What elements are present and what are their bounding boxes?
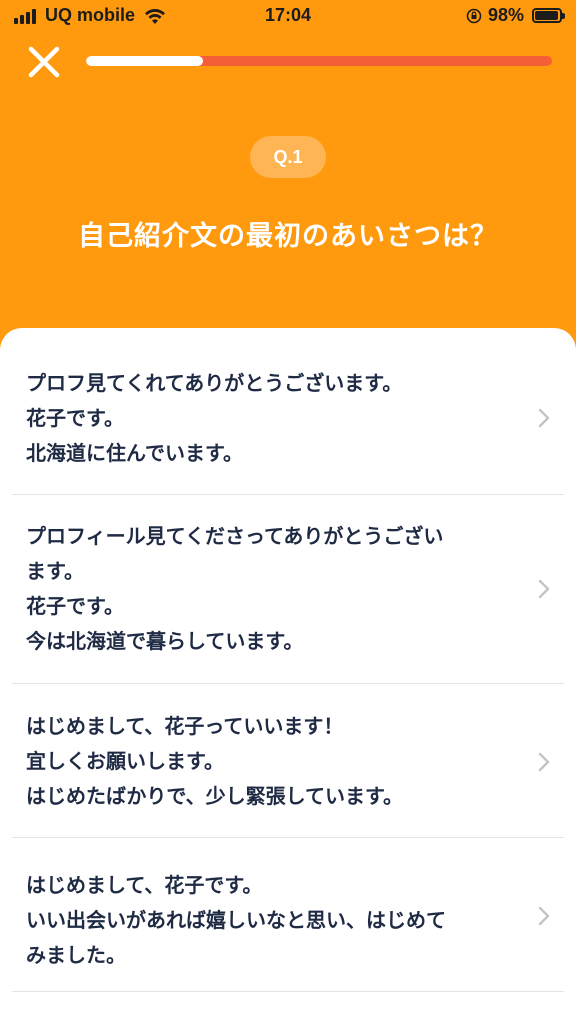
- chevron-right-icon: [538, 906, 550, 926]
- status-bar: UQ mobile 17:04 98%: [0, 0, 576, 34]
- answer-option-text: はじめまして、花子です。 いい出会いがあれば嬉しいなと思い、はじめて みました。: [26, 873, 446, 967]
- answer-option-text: プロフ見てくれてありがとうございます。 花子です。 北海道に住んでいます。: [26, 371, 403, 465]
- chevron-right-icon: [538, 579, 550, 599]
- chevron-right-icon: [538, 752, 550, 772]
- answer-option-3[interactable]: はじめまして、花子っていいます！ 宜しくお願いします。 はじめたばかりで、少し緊…: [12, 684, 564, 838]
- close-icon[interactable]: [26, 44, 62, 80]
- progress-bar: [86, 56, 552, 66]
- battery-percent: 98%: [487, 5, 524, 25]
- question-number-badge: Q.1: [250, 136, 326, 178]
- status-right: 98%: [466, 5, 565, 26]
- answer-option-text: はじめまして、花子っていいます！ 宜しくお願いします。 はじめたばかりで、少し緊…: [26, 714, 403, 808]
- answer-option-text: プロフィール見てくださってありがとうござい ます。 花子です。 今は北海道で暮ら…: [26, 524, 444, 653]
- battery-icon: [532, 8, 565, 23]
- answer-option-1[interactable]: プロフ見てくれてありがとうございます。 花子です。 北海道に住んでいます。: [12, 328, 564, 495]
- answer-card: プロフ見てくれてありがとうございます。 花子です。 北海道に住んでいます。 プロ…: [0, 328, 576, 1024]
- answer-option-4[interactable]: はじめまして、花子です。 いい出会いがあれば嬉しいなと思い、はじめて みました。: [12, 838, 564, 992]
- chevron-right-icon: [538, 408, 550, 428]
- question-title: 自己紹介文の最初のあいさつは？: [78, 221, 498, 252]
- rotation-lock-icon: [466, 8, 482, 23]
- answer-option-2[interactable]: プロフィール見てくださってありがとうござい ます。 花子です。 今は北海道で暮ら…: [12, 495, 564, 684]
- progress-fill: [86, 56, 203, 66]
